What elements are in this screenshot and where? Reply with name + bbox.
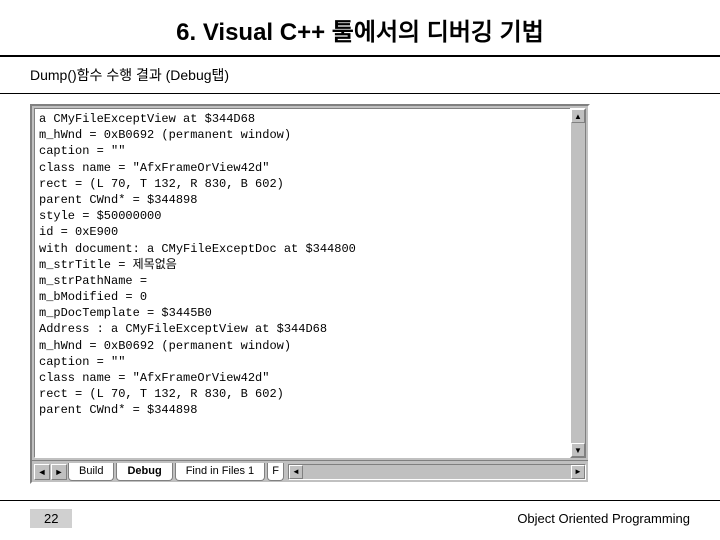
tab-nav-right[interactable]: ► — [51, 464, 67, 480]
output-line: m_strTitle = 제목없음 — [39, 257, 581, 273]
scroll-right-button[interactable]: ► — [571, 465, 585, 479]
horizontal-scrollbar[interactable]: ◄ ► — [288, 464, 586, 480]
scroll-up-button[interactable]: ▲ — [571, 109, 585, 123]
tab-debug[interactable]: Debug — [116, 463, 172, 481]
output-line: caption = "" — [39, 354, 581, 370]
tab-label: Debug — [127, 465, 161, 477]
output-line: a CMyFileExceptView at $344D68 — [39, 111, 581, 127]
output-line: rect = (L 70, T 132, R 830, B 602) — [39, 386, 581, 402]
output-line: m_hWnd = 0xB0692 (permanent window) — [39, 338, 581, 354]
tab-bar: ◄ ► Build Debug Find in Files 1 F ◄ ► — [32, 460, 588, 482]
chevron-right-icon: ► — [55, 467, 64, 477]
output-line: parent CWnd* = $344898 — [39, 402, 581, 418]
debug-output-window: a CMyFileExceptView at $344D68m_hWnd = 0… — [30, 104, 590, 484]
output-line: with document: a CMyFileExceptDoc at $34… — [39, 241, 581, 257]
content-area: a CMyFileExceptView at $344D68m_hWnd = 0… — [0, 94, 720, 500]
chevron-up-icon: ▲ — [574, 112, 582, 121]
output-line: id = 0xE900 — [39, 224, 581, 240]
chevron-left-icon: ◄ — [292, 467, 300, 476]
tab-label: F — [272, 465, 279, 477]
vertical-scrollbar[interactable]: ▲ ▼ — [570, 108, 586, 458]
chevron-right-icon: ► — [574, 467, 582, 476]
output-line: style = $50000000 — [39, 208, 581, 224]
scroll-left-button[interactable]: ◄ — [289, 465, 303, 479]
output-line: class name = "AfxFrameOrView42d" — [39, 370, 581, 386]
output-line: m_pDocTemplate = $3445B0 — [39, 305, 581, 321]
output-line: m_bModified = 0 — [39, 289, 581, 305]
tab-build[interactable]: Build — [68, 463, 114, 481]
chevron-left-icon: ◄ — [38, 467, 47, 477]
output-line: m_hWnd = 0xB0692 (permanent window) — [39, 127, 581, 143]
debug-output-text: a CMyFileExceptView at $344D68m_hWnd = 0… — [34, 108, 586, 458]
slide-subtitle: Dump()함수 수행 결과 (Debug탭) — [0, 57, 720, 94]
output-line: caption = "" — [39, 143, 581, 159]
tab-extra[interactable]: F — [267, 463, 284, 481]
tab-label: Find in Files 1 — [186, 465, 254, 477]
output-line: class name = "AfxFrameOrView42d" — [39, 160, 581, 176]
course-name: Object Oriented Programming — [517, 511, 690, 526]
output-line: parent CWnd* = $344898 — [39, 192, 581, 208]
tab-nav-left[interactable]: ◄ — [34, 464, 50, 480]
tab-label: Build — [79, 465, 103, 477]
output-line: m_strPathName = — [39, 273, 581, 289]
chevron-down-icon: ▼ — [574, 446, 582, 455]
slide-title: 6. Visual C++ 툴에서의 디버깅 기법 — [0, 0, 720, 57]
scroll-down-button[interactable]: ▼ — [571, 443, 585, 457]
output-line: rect = (L 70, T 132, R 830, B 602) — [39, 176, 581, 192]
page-number: 22 — [30, 509, 72, 528]
tab-find-in-files[interactable]: Find in Files 1 — [175, 463, 265, 481]
output-line: Address : a CMyFileExceptView at $344D68 — [39, 321, 581, 337]
slide: 6. Visual C++ 툴에서의 디버깅 기법 Dump()함수 수행 결과… — [0, 0, 720, 540]
footer: 22 Object Oriented Programming — [0, 500, 720, 540]
